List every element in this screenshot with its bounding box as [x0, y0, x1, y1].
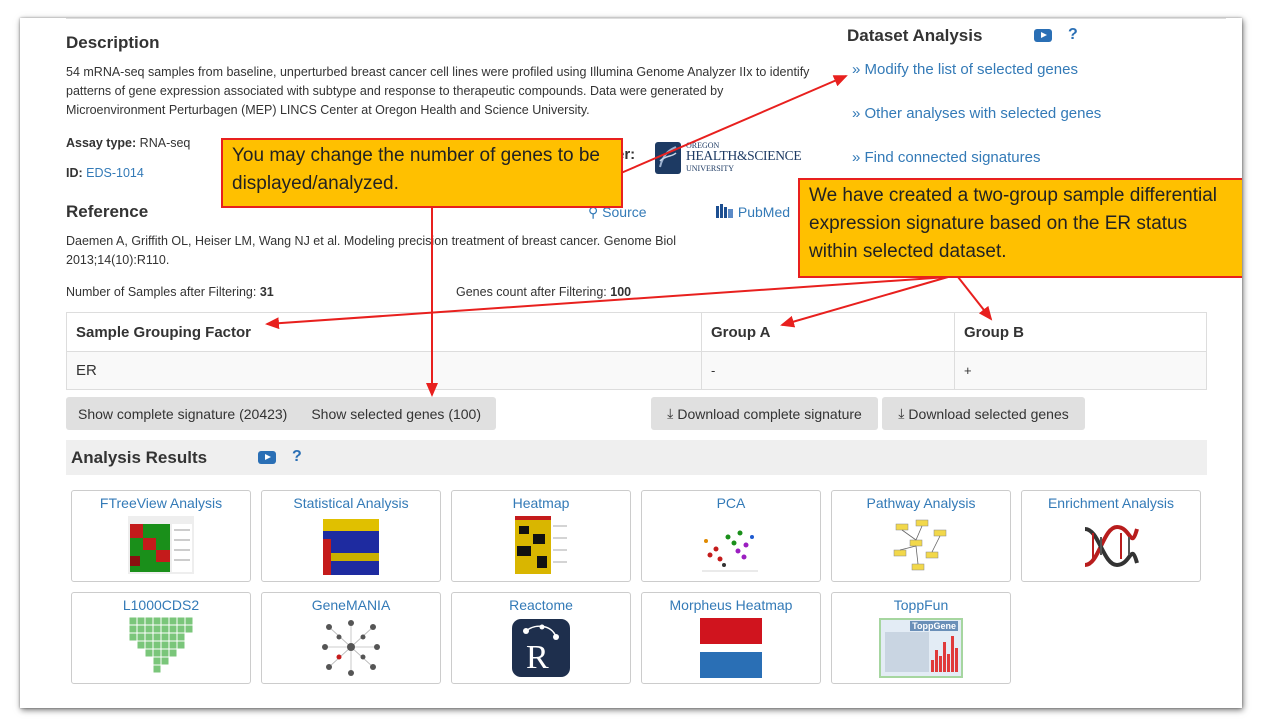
reactome-card[interactable]: Reactome R [451, 592, 631, 684]
assay-label: Assay type: [66, 136, 137, 150]
table-header-row: Sample Grouping Factor Group A Group B [66, 312, 1207, 352]
pca-card[interactable]: PCA [641, 490, 821, 582]
toppfun-thumbnail: ToppGene [879, 618, 963, 678]
logo-text-2: HEALTH&SCIENCE [686, 148, 802, 163]
download-icon: ⤓ [667, 405, 674, 421]
analysis-results-heading: Analysis Results [71, 448, 208, 467]
assay-type: Assay type: RNA-seq [66, 134, 190, 153]
card-title: Pathway Analysis [866, 495, 976, 511]
pubmed-link-label: PubMed [737, 204, 791, 220]
show-selected-genes-button[interactable]: Show selected genes (100) [299, 406, 493, 422]
ohsu-logo[interactable]: OREGON HEALTH&SCIENCE UNIVERSITY [654, 141, 804, 177]
pubmed-link[interactable]: PubMed [716, 204, 790, 220]
table-cell: ER [66, 351, 702, 390]
genes-value: 100 [610, 285, 632, 299]
card-title: L1000CDS2 [122, 597, 200, 613]
description-heading: Description [66, 33, 160, 52]
heatmap-thumbnail [513, 516, 569, 576]
enrichment-analysis-card[interactable]: Enrichment Analysis [1021, 490, 1201, 582]
show-complete-signature-button[interactable]: Show complete signature (20423) [66, 406, 299, 422]
heatmap-card[interactable]: Heatmap [451, 490, 631, 582]
description-text: 54 mRNA-seq samples from baseline, unper… [66, 65, 810, 117]
dna-icon [1084, 524, 1139, 568]
card-title: FTreeView Analysis [99, 495, 223, 511]
pca-thumbnail [702, 530, 758, 572]
l1000cds2-thumbnail [129, 617, 193, 674]
pubmed-icon [716, 204, 733, 218]
pathway-thumbnail [886, 516, 956, 576]
card-title: Statistical Analysis [293, 495, 409, 511]
youtube-icon[interactable] [1034, 29, 1052, 42]
card-title: ToppFun [893, 597, 949, 613]
divider [66, 18, 1226, 19]
morpheus-heatmap-card[interactable]: Morpheus Heatmap [641, 592, 821, 684]
download-selected-button[interactable]: ⤓ Download selected genes [882, 397, 1085, 430]
table-header: Sample Grouping Factor [66, 312, 702, 352]
signature-button-group: Show complete signature (20423) Show sel… [66, 397, 496, 430]
assay-value: RNA-seq [139, 136, 191, 150]
genes-callout: You may change the number of genes to be… [221, 138, 623, 208]
grouping-table: Sample Grouping Factor Group A Group B E… [66, 312, 1207, 390]
dataset-id: ID: EDS-1014 [66, 164, 144, 183]
pathway-analysis-card[interactable]: Pathway Analysis [831, 490, 1011, 582]
modify-genes-link[interactable]: » Modify the list of selected genes [852, 61, 1078, 78]
card-title: Reactome [509, 597, 573, 613]
genes-after-filtering: Genes count after Filtering: 100 [456, 283, 631, 302]
reference-heading: Reference [66, 202, 149, 221]
youtube-icon[interactable] [258, 451, 276, 464]
statistical-thumbnail [323, 519, 379, 575]
card-title: Enrichment Analysis [1047, 495, 1175, 511]
logo-text-3: UNIVERSITY [686, 164, 734, 173]
table-header: Group B [954, 312, 1207, 352]
id-link[interactable]: EDS-1014 [86, 166, 144, 180]
genemania-thumbnail [322, 620, 380, 676]
dataset-analysis-heading: Dataset Analysis [847, 26, 983, 45]
table-row: ER - + [66, 351, 1207, 390]
table-header: Group A [701, 312, 955, 352]
toppfun-card[interactable]: ToppFun ToppGene [831, 592, 1011, 684]
download-complete-label: Download complete signature [677, 405, 862, 422]
samples-after-filtering: Number of Samples after Filtering: 31 [66, 283, 274, 302]
id-label: ID: [66, 166, 83, 180]
samples-value: 31 [259, 285, 274, 299]
card-title: Heatmap [512, 495, 570, 511]
other-analyses-link[interactable]: » Other analyses with selected genes [852, 105, 1101, 122]
signature-callout: We have created a two-group sample diffe… [798, 178, 1242, 278]
table-cell: + [954, 351, 1207, 390]
reactome-logo: R [512, 619, 570, 677]
l1000cds2-card[interactable]: L1000CDS2 [71, 592, 251, 684]
genes-label: Genes count after Filtering: [456, 285, 607, 299]
download-icon: ⤓ [898, 405, 905, 421]
analysis-results-bar: Analysis Results ? [66, 440, 1207, 475]
ohsu-emblem-icon [655, 142, 681, 174]
card-title: Morpheus Heatmap [669, 597, 793, 613]
card-title: PCA [716, 495, 746, 511]
genemania-card[interactable]: GeneMANIA [261, 592, 441, 684]
help-icon[interactable]: ? [292, 448, 302, 466]
page-frame: Description 54 mRNA-seq samples from bas… [20, 18, 1242, 708]
download-complete-button[interactable]: ⤓ Download complete signature [651, 397, 878, 430]
reference-text: Daemen A, Griffith OL, Heiser LM, Wang N… [66, 234, 676, 267]
statistical-analysis-card[interactable]: Statistical Analysis [261, 490, 441, 582]
download-selected-label: Download selected genes [908, 405, 1069, 422]
samples-label: Number of Samples after Filtering: [66, 285, 257, 299]
card-title: GeneMANIA [311, 597, 391, 613]
morpheus-thumbnail [700, 618, 762, 678]
connected-signatures-link[interactable]: » Find connected signatures [852, 149, 1040, 166]
table-cell: - [701, 351, 955, 390]
ftreeview-card[interactable]: FTreeView Analysis [71, 490, 251, 582]
ftreeview-thumbnail [128, 516, 194, 574]
reactome-letter: R [526, 639, 549, 676]
toppgene-label: ToppGene [910, 621, 958, 631]
help-icon[interactable]: ? [1068, 26, 1078, 44]
